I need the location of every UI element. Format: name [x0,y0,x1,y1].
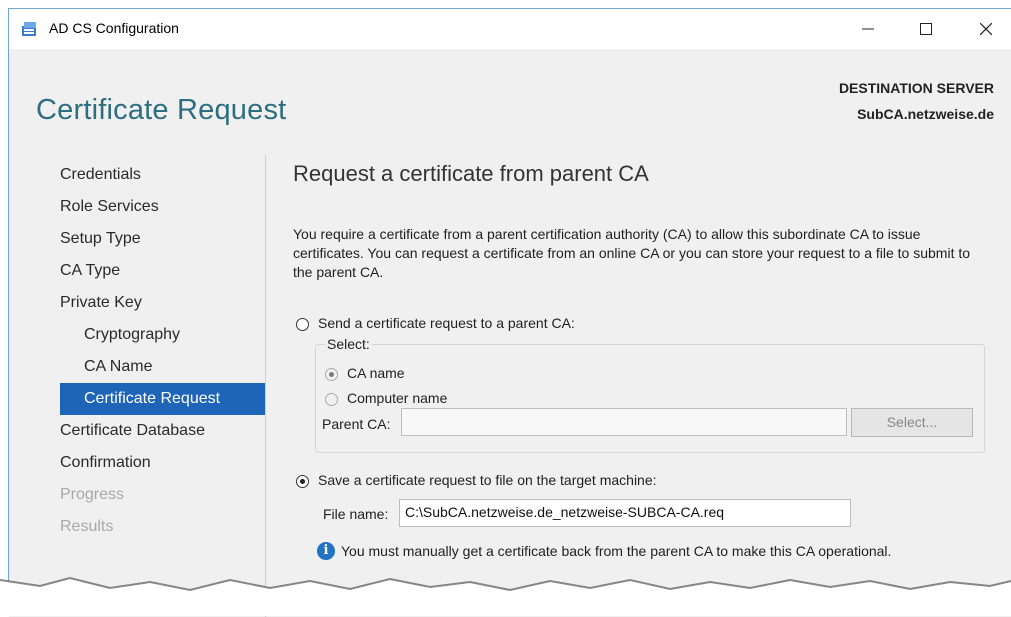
send-request-label[interactable]: Send a certificate request to a parent C… [318,315,575,331]
parent-ca-label: Parent CA: [322,416,391,432]
close-button[interactable] [963,9,1009,49]
select-button[interactable]: Select... [851,408,973,437]
nav-item-private-key[interactable]: Private Key [60,287,265,319]
destination-server-label: DESTINATION SERVER [838,80,994,96]
computer-name-radio[interactable] [325,393,338,406]
nav-item-credentials[interactable]: Credentials [60,159,265,191]
send-request-radio[interactable] [296,318,309,331]
minimize-button[interactable] [845,9,891,49]
section-title: Request a certificate from parent CA [293,161,649,186]
nav-item-progress: Progress [60,486,125,503]
page-title: Certificate Request [36,94,287,126]
nav-item-setup-type[interactable]: Setup Type [60,223,265,255]
info-message: You must manually get a certificate back… [341,543,892,559]
info-icon: i [317,542,335,560]
torn-edge-decoration [0,576,1011,616]
nav-item-ca-type[interactable]: CA Type [60,255,265,287]
window-title: AD CS Configuration [49,20,179,36]
maximize-button[interactable] [903,9,949,49]
ca-name-radio[interactable] [325,368,338,381]
file-name-input[interactable]: C:\SubCA.netzweise.de_netzweise-SUBCA-CA… [399,499,851,527]
parent-ca-input[interactable] [401,408,847,436]
maximize-icon [920,23,932,35]
destination-server-block: DESTINATION SERVER SubCA.netzweise.de [839,75,994,127]
file-name-label: File name: [323,506,389,522]
nav-item-cryptography[interactable]: Cryptography [60,319,265,351]
save-to-file-radio[interactable] [296,475,309,488]
title-bar: AD CS Configuration [9,9,1011,49]
save-to-file-label[interactable]: Save a certificate request to file on th… [318,472,657,488]
minimize-icon [862,28,874,30]
nav-item-certificate-database[interactable]: Certificate Database [60,415,265,447]
ad-cs-configuration-window: AD CS Configuration Certificate Request … [8,8,1011,617]
description-text: You require a certificate from a parent … [293,226,971,280]
nav-item-role-services[interactable]: Role Services [60,191,265,223]
computer-name-label[interactable]: Computer name [347,390,447,406]
select-group-legend: Select: [325,336,372,352]
nav-item-confirmation[interactable]: Confirmation [60,447,265,479]
nav-item-certificate-request[interactable]: Certificate Request [60,383,265,415]
nav-item-results: Results [60,518,114,535]
wizard-body: Certificate Request DESTINATION SERVER S… [9,49,1011,617]
server-manager-icon [22,22,36,36]
destination-server-name: SubCA.netzweise.de [857,106,994,122]
nav-divider [265,155,266,617]
nav-item-ca-name[interactable]: CA Name [60,351,265,383]
close-icon [980,23,992,35]
ca-name-label[interactable]: CA name [347,365,405,381]
